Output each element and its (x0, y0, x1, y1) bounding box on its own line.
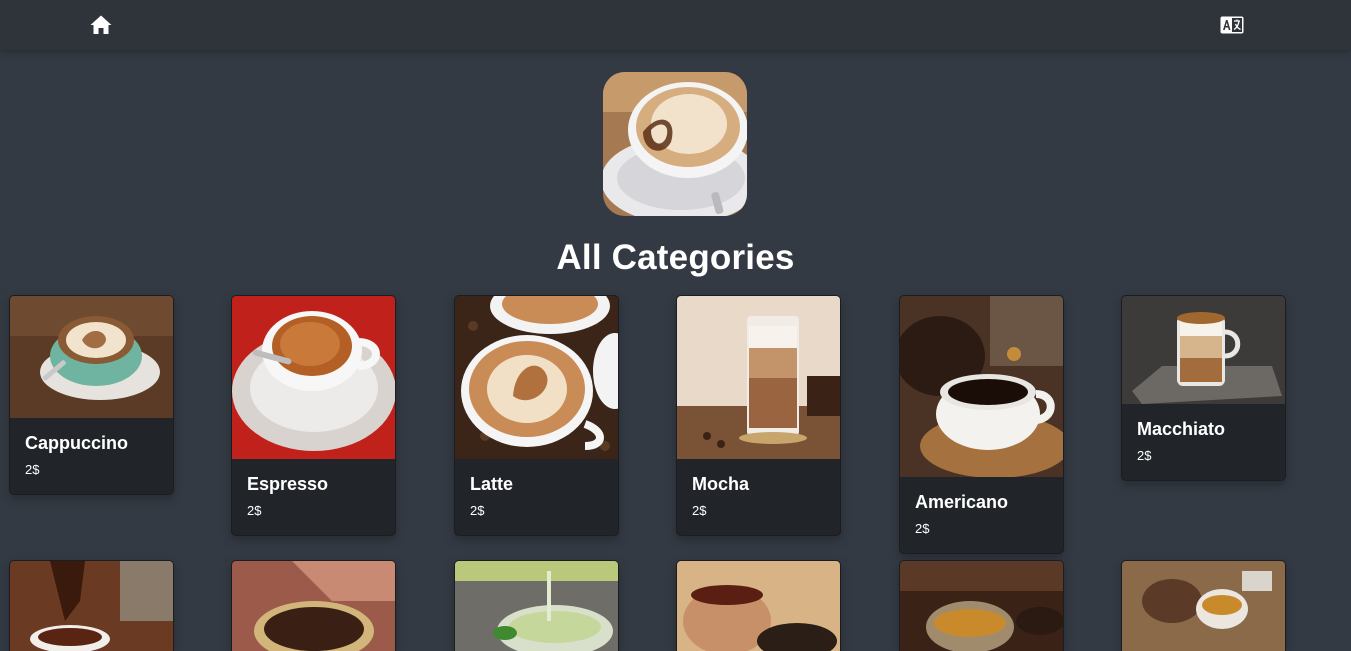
category-name: Cappuccino (25, 433, 129, 453)
category-card-row2-2[interactable] (231, 560, 396, 651)
category-price: 2$ (25, 462, 40, 477)
page-title: All Categories (556, 238, 795, 277)
category-price: 2$ (470, 503, 485, 518)
category-card-row2-3[interactable] (454, 560, 619, 651)
translate-icon[interactable] (1220, 16, 1244, 34)
espresso-image (232, 296, 395, 459)
category-price: 2$ (915, 521, 930, 536)
category-card-mocha[interactable]: Mocha 2$ (676, 295, 841, 536)
category-card-row2-5[interactable] (899, 560, 1064, 651)
category-price: 2$ (692, 503, 707, 518)
category-card-row2-4[interactable] (676, 560, 841, 651)
category-card-row2-6[interactable] (1121, 560, 1286, 651)
green-tea-image (455, 561, 618, 651)
category-card-latte[interactable]: Latte 2$ (454, 295, 619, 536)
cappuccino-image (10, 296, 173, 418)
category-name: Latte (470, 474, 514, 494)
category-price: 2$ (247, 503, 262, 518)
hero-logo-image (603, 72, 747, 216)
home-icon[interactable] (89, 13, 113, 37)
category-name: Espresso (247, 474, 329, 494)
category-name: Macchiato (1137, 419, 1226, 439)
category-name: Americano (915, 492, 1009, 512)
category-name: Mocha (692, 474, 750, 494)
hot-chocolate-image (10, 561, 173, 651)
black-tea-image (232, 561, 395, 651)
category-card-espresso[interactable]: Espresso 2$ (231, 295, 396, 536)
category-card-americano[interactable]: Americano 2$ (899, 295, 1064, 554)
lemon-tea-image (900, 561, 1063, 651)
mocha-image (677, 296, 840, 459)
oolong-tea-image (1122, 561, 1285, 651)
category-price: 2$ (1137, 448, 1152, 463)
navbar (0, 0, 1351, 50)
category-card-cappuccino[interactable]: Cappuccino 2$ (9, 295, 174, 495)
category-card-macchiato[interactable]: Macchiato 2$ (1121, 295, 1286, 481)
latte-image (455, 296, 618, 459)
americano-image (900, 296, 1063, 477)
macchiato-image (1122, 296, 1285, 404)
category-card-row2-1[interactable] (9, 560, 174, 651)
herbal-tea-image (677, 561, 840, 651)
